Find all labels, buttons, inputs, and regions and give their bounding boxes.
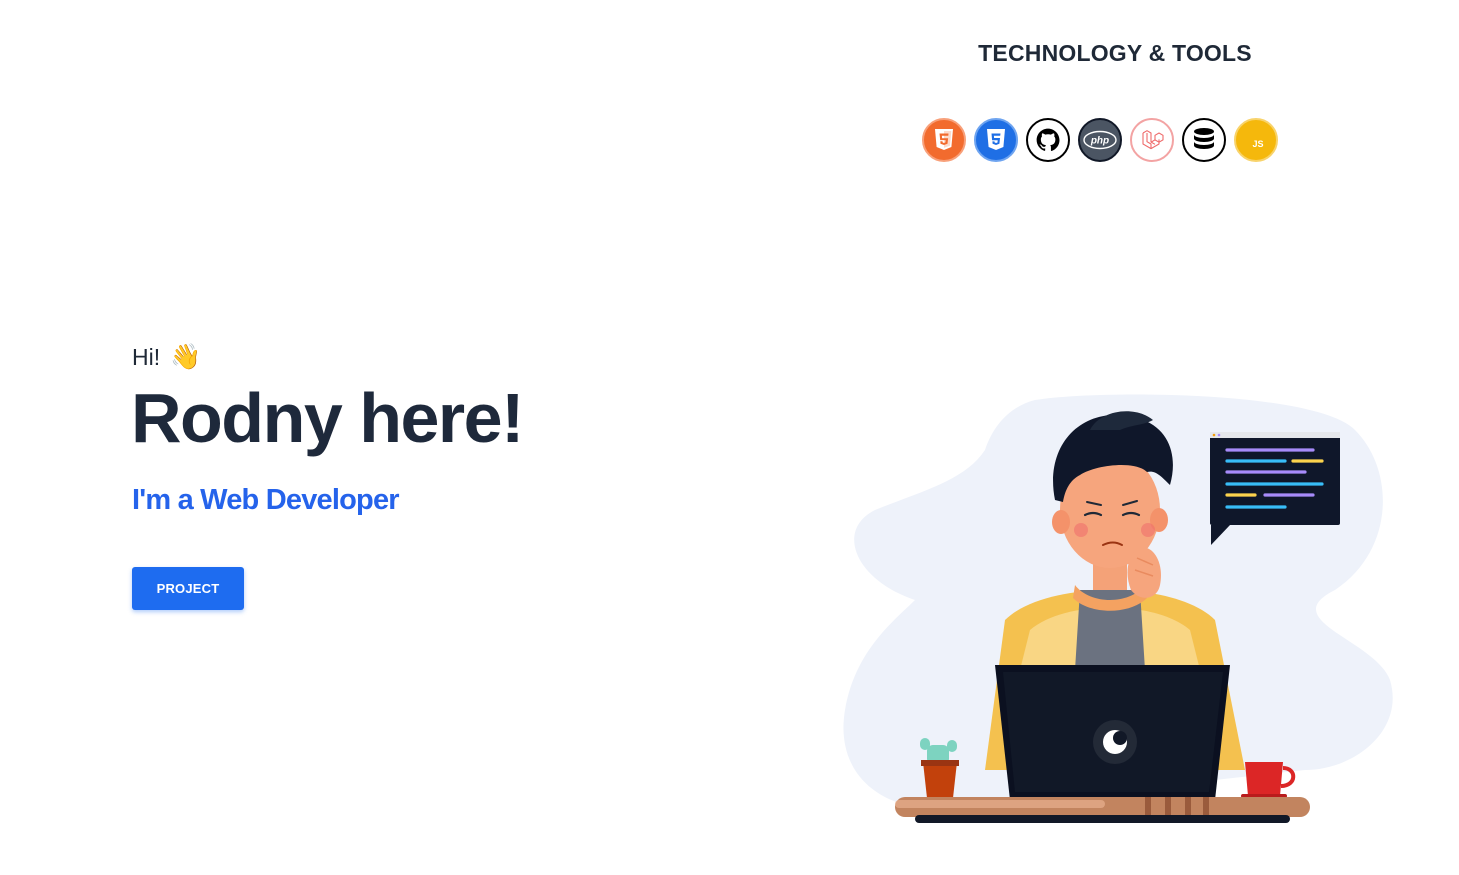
page: TECHNOLOGY & TOOLS php JS Hi! 👋 Rodny he… xyxy=(0,0,1459,875)
project-button[interactable]: PROJECT xyxy=(132,567,244,610)
php-icon-label: php xyxy=(1090,136,1109,147)
laravel-icon[interactable] xyxy=(1130,118,1174,162)
css3-icon[interactable] xyxy=(974,118,1018,162)
headline: Rodny here! xyxy=(131,379,524,457)
javascript-icon[interactable]: JS xyxy=(1234,118,1278,162)
greeting: Hi! 👋 xyxy=(132,344,201,371)
php-icon[interactable]: php xyxy=(1078,118,1122,162)
js-icon-label: JS xyxy=(1252,139,1263,149)
waving-hand-icon: 👋 xyxy=(170,343,202,371)
html5-icon[interactable] xyxy=(922,118,966,162)
role-subtitle: I'm a Web Developer xyxy=(132,484,400,516)
database-icon[interactable] xyxy=(1182,118,1226,162)
tool-icons: php JS xyxy=(922,118,1278,162)
greeting-text: Hi! xyxy=(132,344,161,370)
github-icon[interactable] xyxy=(1026,118,1070,162)
developer-illustration xyxy=(843,394,1393,823)
tools-title: TECHNOLOGY & TOOLS xyxy=(978,40,1252,66)
